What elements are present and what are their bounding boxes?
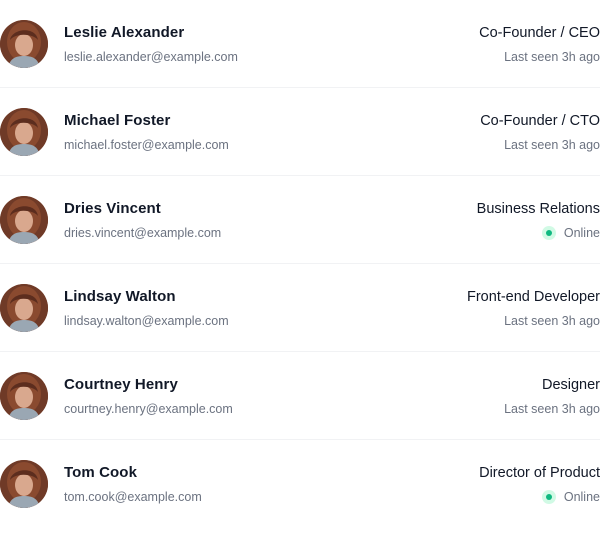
online-status-icon bbox=[541, 490, 556, 504]
person-identity: Leslie Alexander leslie.alexander@exampl… bbox=[0, 0, 238, 68]
person-email: dries.vincent@example.com bbox=[64, 226, 222, 240]
person-identity: Dries Vincent dries.vincent@example.com bbox=[0, 176, 221, 244]
person-name: Lindsay Walton bbox=[64, 288, 176, 305]
avatar bbox=[0, 460, 48, 508]
avatar bbox=[0, 372, 48, 420]
person-status: Online bbox=[477, 225, 600, 241]
person-name: Tom Cook bbox=[64, 464, 138, 481]
person-name: Leslie Alexander bbox=[64, 24, 185, 41]
person-identity: Michael Foster michael.foster@example.co… bbox=[0, 88, 229, 156]
list-item[interactable]: Michael Foster michael.foster@example.co… bbox=[0, 88, 600, 176]
list-item[interactable]: Lindsay Walton lindsay.walton@example.co… bbox=[0, 264, 600, 352]
person-name: Dries Vincent bbox=[64, 200, 161, 217]
avatar-photo-icon bbox=[0, 20, 48, 68]
list-item[interactable]: Tom Cook tom.cook@example.com Director o… bbox=[0, 440, 600, 528]
person-text: Courtney Henry courtney.henry@example.co… bbox=[64, 375, 233, 417]
person-status: Last seen 3h ago bbox=[480, 137, 600, 153]
list-item[interactable]: Dries Vincent dries.vincent@example.com … bbox=[0, 176, 600, 264]
person-meta: Front-end Developer Last seen 3h ago bbox=[467, 264, 600, 329]
status-text: Last seen 3h ago bbox=[504, 50, 600, 64]
status-text: Last seen 3h ago bbox=[504, 314, 600, 328]
avatar-photo-icon bbox=[0, 460, 48, 508]
person-name: Michael Foster bbox=[64, 112, 171, 129]
person-role: Designer bbox=[541, 377, 600, 393]
person-role: Co-Founder / CTO bbox=[480, 113, 600, 129]
person-status: Last seen 3h ago bbox=[467, 313, 600, 329]
avatar bbox=[0, 284, 48, 332]
avatar bbox=[0, 20, 48, 68]
person-meta: Business Relations Online bbox=[477, 176, 600, 241]
person-role: Director of Product bbox=[479, 465, 600, 481]
status-text: Online bbox=[563, 226, 600, 240]
status-text: Last seen 3h ago bbox=[504, 138, 600, 152]
avatar-photo-icon bbox=[0, 196, 48, 244]
person-identity: Lindsay Walton lindsay.walton@example.co… bbox=[0, 264, 229, 332]
person-role: Front-end Developer bbox=[467, 289, 600, 305]
list-item[interactable]: Courtney Henry courtney.henry@example.co… bbox=[0, 352, 600, 440]
person-email: lindsay.walton@example.com bbox=[64, 314, 229, 328]
person-identity: Tom Cook tom.cook@example.com bbox=[0, 440, 202, 508]
people-list: Leslie Alexander leslie.alexander@exampl… bbox=[0, 0, 600, 528]
person-meta: Director of Product Online bbox=[479, 440, 600, 505]
person-text: Dries Vincent dries.vincent@example.com bbox=[64, 199, 221, 241]
person-text: Leslie Alexander leslie.alexander@exampl… bbox=[64, 23, 238, 65]
person-status: Online bbox=[479, 489, 600, 505]
person-role: Business Relations bbox=[476, 201, 600, 217]
online-dot-icon bbox=[545, 494, 552, 500]
person-role: Co-Founder / CEO bbox=[479, 25, 600, 41]
person-status: Last seen 3h ago bbox=[479, 49, 600, 65]
person-identity: Courtney Henry courtney.henry@example.co… bbox=[0, 352, 233, 420]
person-name: Courtney Henry bbox=[64, 376, 178, 393]
person-text: Lindsay Walton lindsay.walton@example.co… bbox=[64, 287, 229, 329]
person-email: courtney.henry@example.com bbox=[64, 402, 233, 416]
avatar-photo-icon bbox=[0, 284, 48, 332]
avatar-photo-icon bbox=[0, 372, 48, 420]
person-email: leslie.alexander@example.com bbox=[64, 50, 238, 64]
status-text: Online bbox=[563, 490, 600, 504]
online-status-icon bbox=[541, 226, 556, 240]
person-email: michael.foster@example.com bbox=[64, 138, 229, 152]
avatar-photo-icon bbox=[0, 108, 48, 156]
list-item[interactable]: Leslie Alexander leslie.alexander@exampl… bbox=[0, 0, 600, 88]
person-status: Last seen 3h ago bbox=[504, 401, 600, 417]
person-text: Michael Foster michael.foster@example.co… bbox=[64, 111, 229, 153]
person-text: Tom Cook tom.cook@example.com bbox=[64, 463, 202, 505]
avatar bbox=[0, 108, 48, 156]
status-text: Last seen 3h ago bbox=[504, 402, 600, 416]
person-meta: Designer Last seen 3h ago bbox=[504, 352, 600, 417]
person-email: tom.cook@example.com bbox=[64, 490, 202, 504]
person-meta: Co-Founder / CTO Last seen 3h ago bbox=[480, 88, 600, 153]
person-meta: Co-Founder / CEO Last seen 3h ago bbox=[479, 0, 600, 65]
online-dot-icon bbox=[545, 230, 552, 236]
avatar bbox=[0, 196, 48, 244]
